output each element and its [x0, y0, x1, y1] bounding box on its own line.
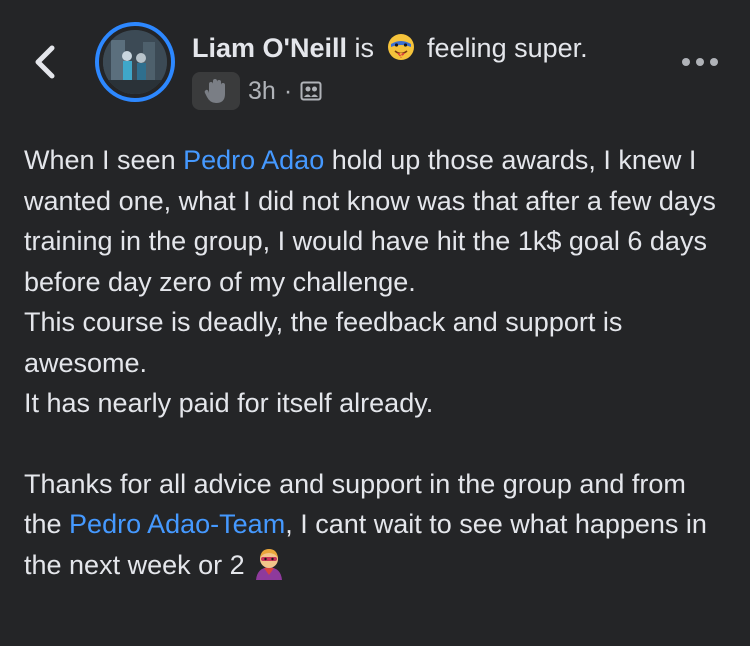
svg-text:S: S	[399, 53, 403, 59]
post-paragraph-1: When I seen Pedro Adao hold up those awa…	[24, 140, 726, 302]
group-badge[interactable]	[192, 72, 240, 110]
post-timestamp[interactable]: 3h	[248, 77, 276, 106]
group-audience-icon	[300, 81, 322, 101]
post-paragraph-2: This course is deadly, the feedback and …	[24, 307, 623, 378]
avatar-image	[103, 30, 167, 94]
meta-separator: ·	[283, 76, 293, 105]
mention-link[interactable]: Pedro Adao-Team	[69, 509, 285, 539]
post-body: When I seen Pedro Adao hold up those awa…	[24, 140, 726, 585]
waving-hand-icon	[204, 79, 225, 103]
more-dots-icon[interactable]	[680, 54, 720, 70]
superhero-emoji-icon	[255, 548, 282, 580]
activity-prefix: is	[354, 33, 374, 63]
post-meta: 3h ·	[192, 72, 322, 110]
post-header: Liam O'Neill is S feeling super. 3h ·	[0, 0, 750, 120]
post-paragraph-4: Thanks for all advice and support in the…	[24, 464, 726, 586]
mention-link[interactable]: Pedro Adao	[183, 145, 324, 175]
avatar-photo-icon	[103, 30, 167, 94]
chevron-left-icon[interactable]	[30, 42, 62, 82]
feeling-text: feeling super.	[427, 33, 588, 63]
author-name[interactable]: Liam O'Neill	[192, 33, 347, 63]
avatar[interactable]	[95, 22, 175, 102]
author-line: Liam O'Neill is S feeling super.	[192, 30, 588, 66]
superhero-face-icon: S	[387, 34, 414, 60]
post-paragraph-3: It has nearly paid for itself already.	[24, 388, 434, 418]
post-text: When I seen	[24, 145, 184, 175]
